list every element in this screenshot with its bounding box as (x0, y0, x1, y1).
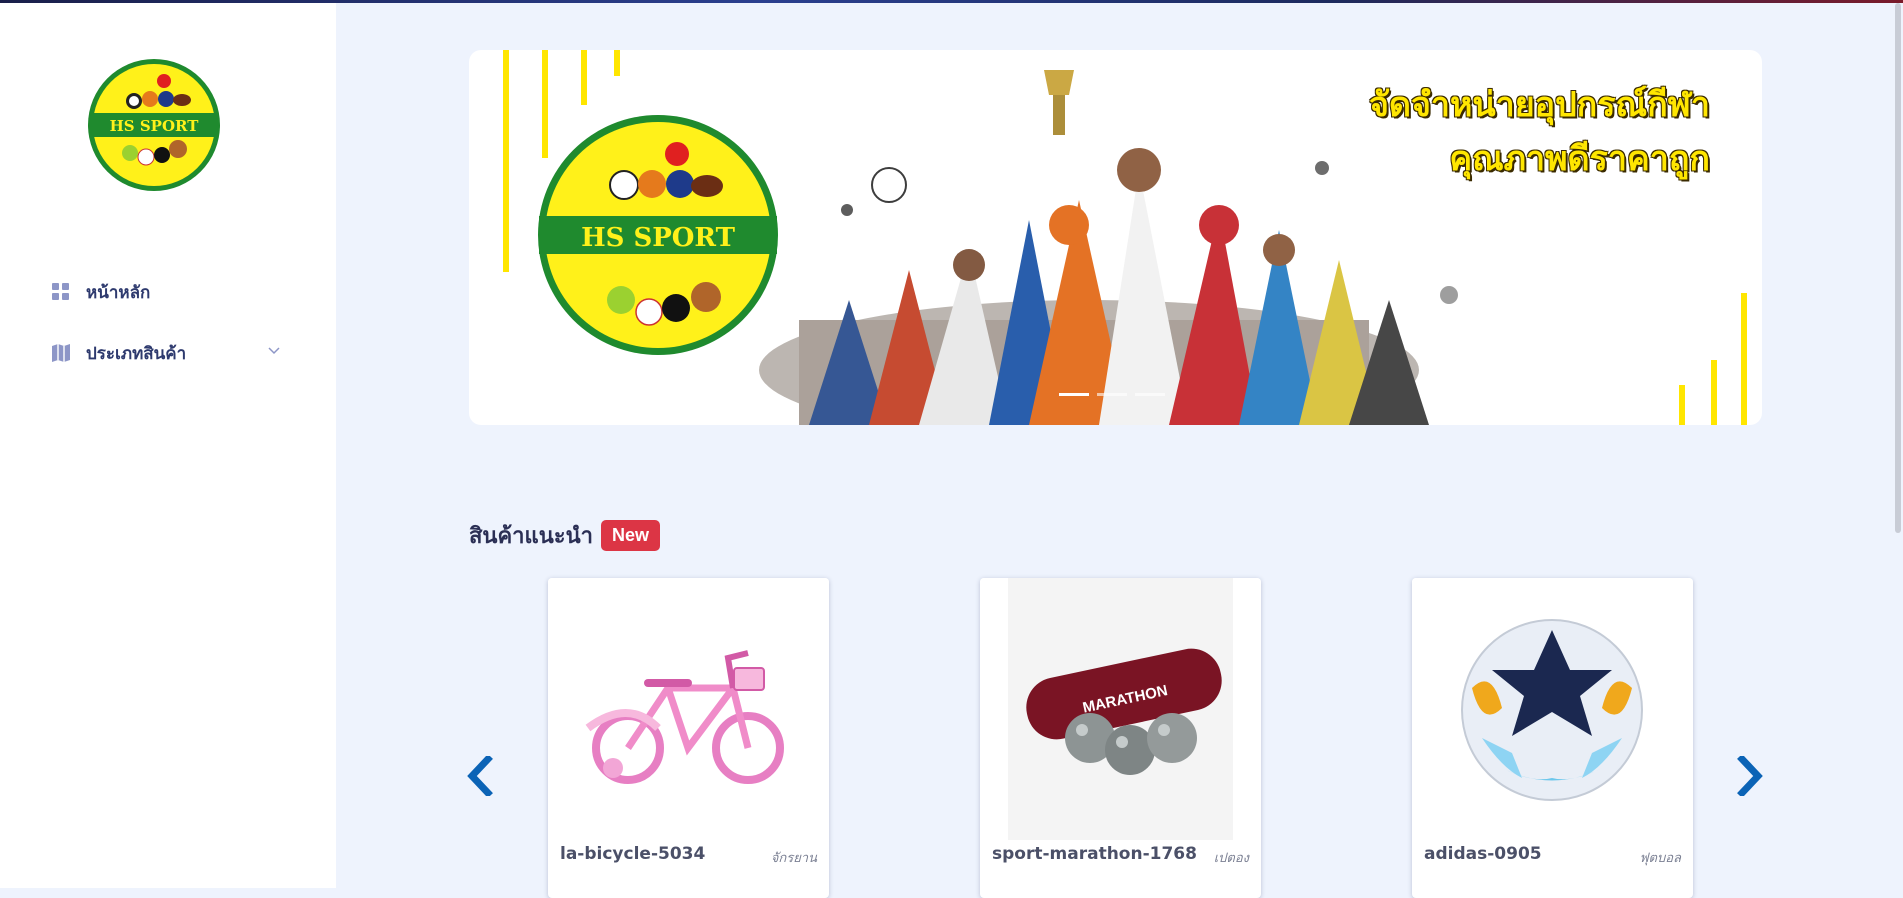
section-title: สินค้าแนะนำ (469, 524, 593, 549)
banner-headline: จัดจำหน่ายอุปกรณ์กีฬา คุณภาพดีราคาถูก (1369, 78, 1710, 186)
product-category: จักรยาน (770, 851, 817, 866)
svg-text:HS SPORT: HS SPORT (581, 223, 736, 253)
product-card[interactable]: la-bicycle-5034 จักรยาน (548, 578, 829, 898)
product-card[interactable]: MARATHON sport-marathon-1768 เปตอง (980, 578, 1261, 898)
new-badge: New (600, 520, 660, 551)
chevron-right-icon (1737, 754, 1763, 798)
sidebar-item-label: ประเภทสินค้า (86, 343, 187, 364)
brand-logo[interactable]: HS SPORT (86, 57, 222, 193)
carousel-indicator[interactable] (1135, 393, 1165, 396)
carousel-next-button[interactable] (1736, 754, 1764, 798)
product-name[interactable]: adidas-0905 (1424, 844, 1542, 864)
svg-text:HS SPORT: HS SPORT (110, 117, 200, 135)
product-card[interactable]: adidas-0905 ฟุตบอล (1412, 578, 1693, 898)
sidebar-item-home[interactable]: หน้าหลัก (50, 278, 150, 306)
sidebar: HS SPORT หน้าหลัก ประเภทสินค้า (0, 3, 336, 888)
hero-banner[interactable]: HS SPORT จัดจำหน่ายอุปกรณ์กีฬา คุณภาพดีร… (469, 50, 1762, 425)
banner-headline-line2: คุณภาพดีราคาถูก (1449, 139, 1710, 179)
sidebar-item-label: หน้าหลัก (86, 282, 151, 303)
sidebar-item-categories[interactable]: ประเภทสินค้า (50, 339, 286, 367)
carousel-indicator[interactable] (1097, 393, 1127, 396)
grid-icon (50, 281, 72, 303)
product-name[interactable]: la-bicycle-5034 (560, 844, 705, 864)
scrollbar-thumb[interactable] (1895, 3, 1901, 533)
product-image-bicycle (548, 578, 829, 840)
carousel-prev-button[interactable] (466, 754, 494, 798)
chevron-down-icon[interactable] (266, 342, 282, 358)
banner-headline-line1: จัดจำหน่ายอุปกรณ์กีฬา (1369, 85, 1710, 125)
chevron-left-icon (467, 754, 493, 798)
product-category: ฟุตบอล (1639, 851, 1681, 866)
carousel-indicator[interactable] (1059, 393, 1089, 396)
carousel-indicators (1059, 393, 1165, 396)
product-name[interactable]: sport-marathon-1768 (992, 844, 1197, 864)
product-image-soccer-ball (1412, 578, 1693, 840)
product-category: เปตอง (1213, 851, 1249, 866)
map-icon (50, 342, 72, 364)
featured-heading: สินค้าแนะนำ New (469, 518, 660, 553)
page-scrollbar[interactable] (1893, 3, 1903, 888)
product-image-petanque: MARATHON (980, 578, 1261, 840)
